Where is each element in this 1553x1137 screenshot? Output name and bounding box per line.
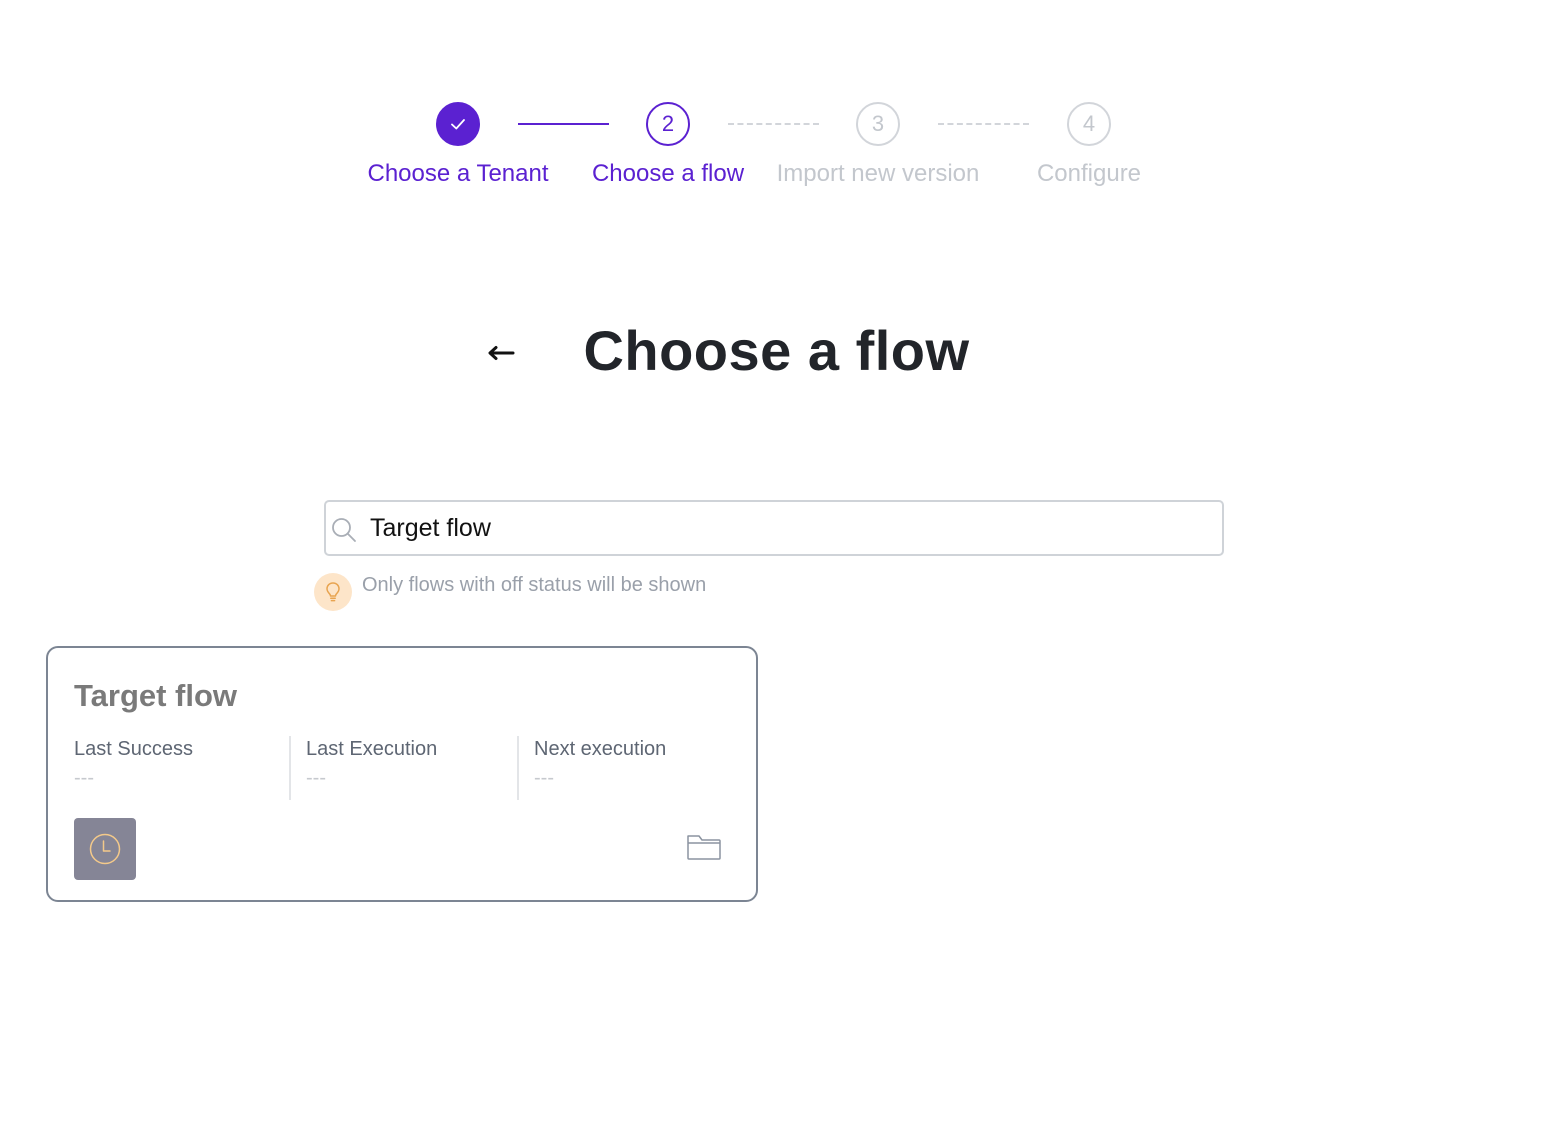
- step-4-number: 4: [1082, 111, 1096, 136]
- hint-bulb: [314, 573, 352, 611]
- flow-card[interactable]: Target flow Last Success --- Last Execut…: [46, 646, 758, 902]
- search-input[interactable]: [370, 508, 1210, 548]
- stat-divider: [517, 736, 519, 800]
- flow-search-field[interactable]: [324, 500, 1224, 556]
- page-title: Choose a flow: [583, 319, 970, 382]
- step-2-number: 2: [661, 111, 675, 136]
- step-connector-1: [518, 123, 609, 125]
- step-1-label: Choose a Tenant: [367, 160, 549, 187]
- step-4-circle: 4: [1067, 102, 1111, 146]
- step-3-number: 3: [871, 111, 885, 136]
- step-2-circle: 2: [646, 102, 690, 146]
- clock-icon: [89, 833, 121, 865]
- stat-divider: [289, 736, 291, 800]
- step-2-label: Choose a flow: [591, 160, 745, 187]
- stat-label: Last Success: [74, 738, 193, 760]
- lightbulb-icon: [326, 582, 340, 602]
- checkmark-icon: [451, 119, 465, 130]
- schedule-badge: [74, 818, 136, 880]
- stat-value: ---: [306, 767, 326, 789]
- stat-next-execution: Next execution ---: [534, 738, 666, 790]
- step-3-circle: 3: [856, 102, 900, 146]
- folder-icon: [687, 835, 721, 860]
- stat-last-execution: Last Execution ---: [306, 738, 437, 790]
- step-connector-2: [728, 123, 819, 125]
- stat-last-success: Last Success ---: [74, 738, 193, 790]
- step-3-label: Import new version: [776, 160, 980, 187]
- stat-label: Last Execution: [306, 738, 438, 760]
- stat-value: ---: [534, 767, 554, 789]
- stat-label: Next execution: [534, 738, 667, 760]
- hint-text: Only flows with off status will be shown: [362, 574, 707, 596]
- stat-value: ---: [74, 767, 94, 789]
- flow-card-title: Target flow: [74, 678, 238, 713]
- step-4-label: Configure: [1036, 160, 1142, 187]
- folder-button[interactable]: [686, 832, 722, 862]
- step-1-completed-circle: [436, 102, 480, 146]
- search-icon: [332, 518, 356, 542]
- step-connector-3: [938, 123, 1029, 125]
